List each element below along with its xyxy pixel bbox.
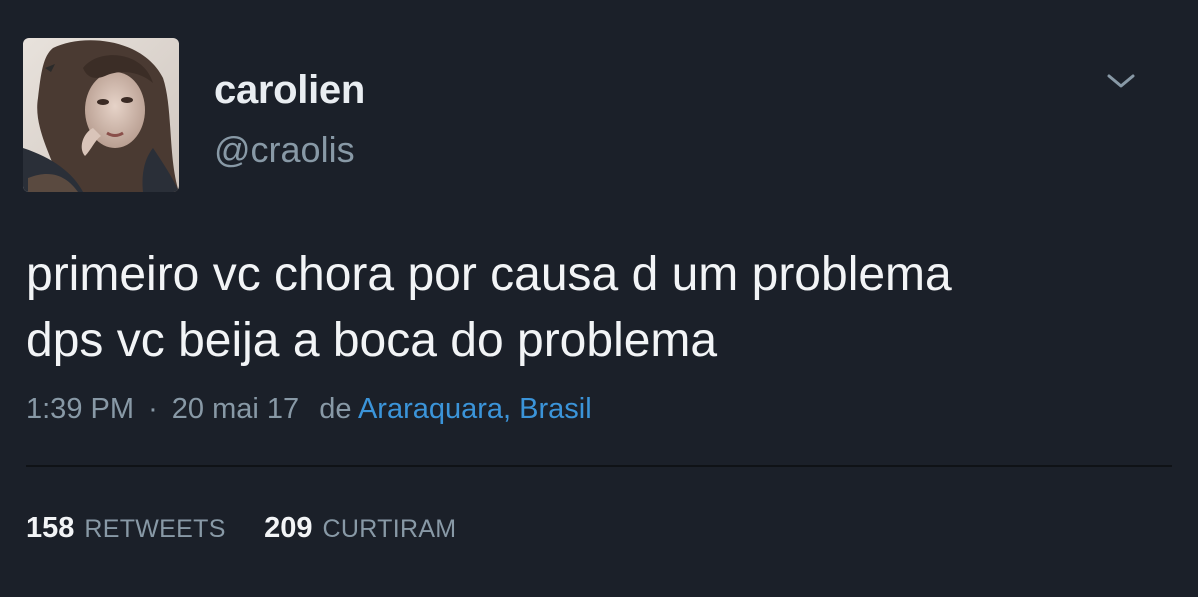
tweet-stats: 158 RETWEETS 209 CURTIRAM: [26, 512, 490, 545]
tweet-time[interactable]: 1:39 PM: [26, 393, 134, 425]
likes-stat[interactable]: 209 CURTIRAM: [264, 512, 456, 545]
tweet-date[interactable]: 20 mai 17: [172, 393, 299, 425]
likes-label: CURTIRAM: [322, 515, 457, 543]
location-link[interactable]: Araraquara, Brasil: [358, 393, 592, 425]
chevron-down-icon: [1107, 74, 1135, 88]
retweets-label: RETWEETS: [84, 515, 226, 543]
retweets-count: 158: [26, 512, 75, 544]
divider: [26, 465, 1172, 467]
avatar-image: [23, 38, 179, 192]
tweet-text: primeiro vc chora por causa d um problem…: [26, 242, 1166, 374]
meta-separator: ·: [148, 393, 158, 425]
display-name[interactable]: carolien: [214, 68, 365, 113]
from-label: de: [319, 393, 352, 425]
tweet-text-line: dps vc beija a boca do problema: [26, 314, 718, 367]
retweets-stat[interactable]: 158 RETWEETS: [26, 512, 226, 545]
tweet-text-line: primeiro vc chora por causa d um problem…: [26, 248, 952, 301]
tweet-menu-button[interactable]: [1101, 64, 1141, 98]
avatar[interactable]: [23, 38, 179, 192]
tweet-metadata: 1:39 PM · 20 mai 17 de Araraquara, Brasi…: [26, 393, 592, 426]
user-handle[interactable]: @craolis: [214, 129, 355, 171]
likes-count: 209: [264, 512, 313, 544]
tweet-card: carolien @craolis primeiro vc chora por …: [0, 0, 1198, 597]
